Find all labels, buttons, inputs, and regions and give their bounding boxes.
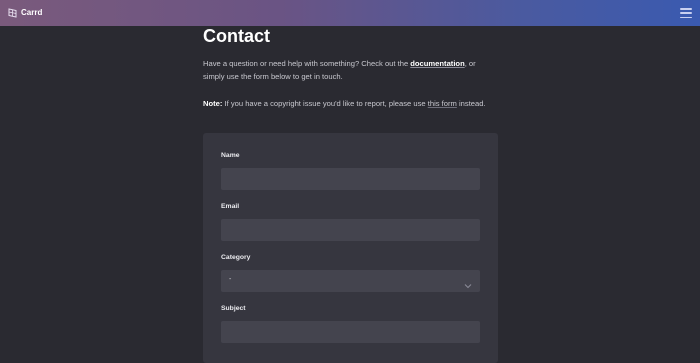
page-title: Contact (203, 26, 270, 46)
note-label: Note: (203, 99, 223, 108)
top-header: Carrd (0, 0, 700, 26)
email-label: Email (221, 203, 240, 210)
carrd-logo-icon (8, 8, 17, 18)
category-select[interactable]: - (221, 270, 480, 292)
name-input[interactable] (221, 168, 480, 190)
intro-text: Have a question or need help with someth… (203, 58, 499, 83)
category-selected-value: - (229, 276, 232, 283)
subject-input[interactable] (221, 321, 480, 343)
intro-text-before: Have a question or need help with someth… (203, 59, 411, 68)
brand-name: Carrd (21, 8, 43, 17)
note-text-before: If you have a copyright issue you'd like… (222, 99, 428, 108)
brand-logo[interactable]: Carrd (8, 6, 42, 20)
copyright-form-link[interactable]: this form (428, 99, 457, 108)
subject-label: Subject (221, 305, 246, 312)
hamburger-menu-icon[interactable] (680, 8, 692, 18)
documentation-link[interactable]: documentation (410, 59, 464, 68)
chevron-down-icon (464, 277, 472, 295)
contact-form: Name Email Category - Subject (203, 133, 498, 363)
name-label: Name (221, 152, 240, 159)
category-label: Category (221, 254, 251, 261)
note-text-after: instead. (456, 99, 486, 108)
copyright-note: Note: If you have a copyright issue you'… (203, 98, 499, 110)
email-input[interactable] (221, 219, 480, 241)
